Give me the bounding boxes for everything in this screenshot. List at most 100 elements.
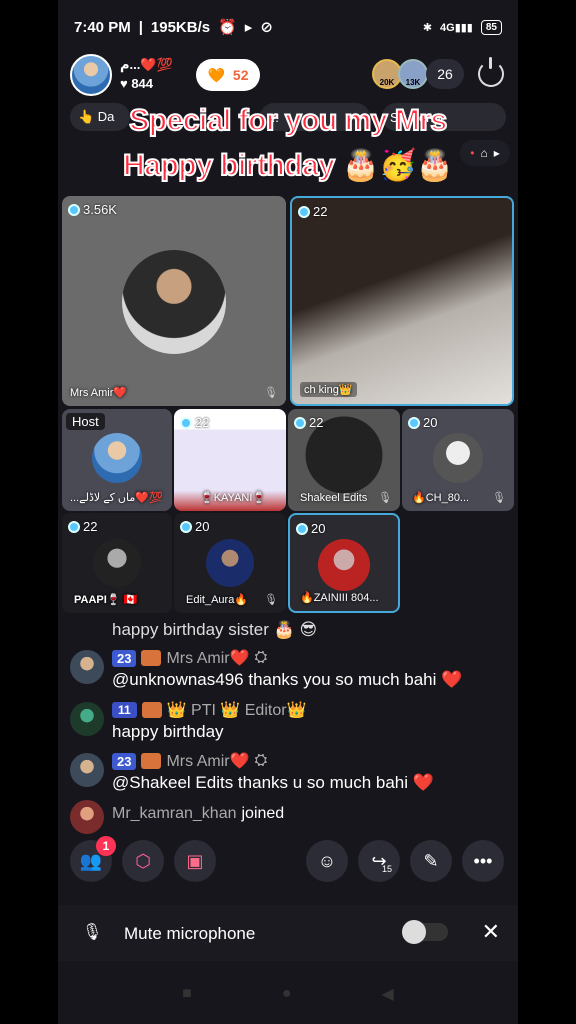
recents-icon[interactable]: ■	[182, 985, 192, 1003]
user-avatar[interactable]	[70, 650, 104, 684]
seat-avatar	[206, 539, 254, 587]
seat-main-left[interactable]: 3.56K Mrs Amir❤️ 🎙	[62, 196, 286, 406]
like-button[interactable]: 🧡 52	[196, 59, 260, 91]
game-button[interactable]: ⬡	[122, 840, 164, 882]
seat-name: ...ماں کے لاڈلے❤️💯	[70, 492, 163, 504]
room-menu-pill[interactable]: • ⌂ ▸	[460, 140, 510, 166]
diamond-icon	[68, 203, 80, 216]
network-speed: 195KB/s	[150, 18, 211, 36]
seat-name: Edit_Aura🔥	[186, 594, 249, 606]
mic-off-icon: 🎙	[492, 492, 506, 504]
chat-text: happy birthday	[112, 722, 224, 741]
close-icon[interactable]: ✕	[482, 919, 500, 945]
bluetooth-icon: ✱	[422, 21, 433, 34]
user-avatar[interactable]	[70, 800, 104, 834]
seat-name: 🔥ZAINIII 804...	[300, 592, 379, 604]
diamond-icon	[180, 416, 192, 429]
viewer-count[interactable]: 26	[426, 59, 464, 89]
level-badge: 23	[112, 649, 137, 667]
seat-name: PAAPI🍷 🇨🇦	[74, 594, 138, 606]
seat-avatar	[122, 250, 226, 354]
chat-username[interactable]: Mrs Amir❤️	[166, 751, 249, 771]
seat-7[interactable]: 20 🔥ZAINIII 804...	[288, 513, 400, 613]
seat-4[interactable]: 20 🔥CH_80... 🎙	[402, 409, 514, 511]
seat-name: 🔥CH_80...	[412, 492, 470, 504]
chat-username[interactable]: Mrs Amir❤️	[166, 648, 249, 668]
chat-username[interactable]: Mr_kamran_khan	[112, 805, 237, 823]
host-tag: Host	[66, 413, 105, 430]
seat-name: 🍷KAYANI🍷	[200, 492, 267, 504]
seat-name: Shakeel Edits	[300, 492, 368, 504]
app-icon: ⊘	[260, 19, 273, 36]
diamond-icon	[180, 520, 192, 533]
seat-main-right[interactable]: 22 ch king👑	[290, 196, 514, 406]
host-name[interactable]: م...❤️💯	[120, 57, 173, 73]
admin-icon: ⛭	[254, 649, 268, 666]
chat-text: @unknownas496 thanks you so much bahi ❤️	[112, 670, 463, 689]
chat-icon: ☺	[317, 850, 337, 871]
seat-avatar	[93, 539, 141, 587]
status-time: 7:40 PM	[74, 18, 131, 36]
fan-badge-icon	[141, 702, 162, 718]
home-icon: ⌂	[480, 146, 488, 160]
friends-button[interactable]: 👥 1	[70, 836, 116, 882]
cube-icon: ⬡	[135, 850, 151, 871]
chat-text: @Shakeel Edits thanks u so much bahi ❤️	[112, 773, 434, 792]
more-button[interactable]: •••	[462, 840, 504, 882]
dot-icon: •	[470, 146, 475, 160]
seat-host[interactable]: Host ...ماں کے لاڈلے❤️💯	[62, 409, 172, 511]
admin-icon: ⛭	[254, 752, 268, 769]
share-count: 15	[381, 864, 392, 874]
user-avatar[interactable]	[70, 702, 104, 736]
seat-5[interactable]: 22 PAAPI🍷 🇨🇦	[62, 513, 172, 613]
mic-off-icon: 🎙	[82, 924, 103, 941]
magic-button[interactable]: ✎	[410, 840, 452, 882]
seat-3[interactable]: 22 Shakeel Edits 🎙	[288, 409, 400, 511]
back-icon[interactable]: ◀	[382, 984, 394, 1004]
bottom-toolbar: 👥 1 ⬡ ▣ ☺ ↪ 15 ✎ •••	[70, 836, 506, 884]
overlay-text-line2: Happy birthday 🎂🥳🎂	[122, 148, 454, 183]
battery-indicator: 85	[480, 19, 502, 35]
mute-toggle[interactable]	[402, 920, 448, 944]
mute-microphone-bar: 🎙 Mute microphone ✕	[58, 905, 518, 961]
chat-text: happy birthday sister 🎂 😎	[112, 620, 318, 639]
alarm-off-icon: ⏰	[218, 19, 237, 36]
seat-avatar	[433, 433, 483, 483]
diamond-icon	[68, 520, 80, 533]
host-avatar[interactable]	[70, 54, 112, 96]
layout-icon: ▣	[186, 850, 204, 871]
diamond-icon	[294, 416, 306, 429]
level-badge: 11	[112, 702, 137, 718]
live-room-screen: 7:40 PM | 195KB/s ⏰ ▸ ⊘ ✱ 4G▮▮▮ 85 م...❤…	[58, 0, 518, 1024]
seat-name: ch king👑	[300, 382, 357, 397]
status-bar: 7:40 PM | 195KB/s ⏰ ▸ ⊘ ✱ 4G▮▮▮ 85	[58, 0, 518, 54]
fan-badge-icon	[141, 650, 162, 666]
seat-name: Mrs Amir❤️	[70, 387, 128, 399]
share-button[interactable]: ↪ 15	[358, 840, 400, 882]
viewer-avatar[interactable]: 13K	[398, 59, 428, 89]
mute-microphone-label: Mute microphone	[124, 924, 256, 943]
like-count: 52	[232, 67, 249, 83]
mic-off-icon: 🎙	[264, 387, 278, 399]
heart-icon: 🧡	[207, 66, 225, 83]
level-badge: 23	[112, 752, 137, 770]
signal-icon: 4G▮▮▮	[440, 21, 473, 34]
chat-username[interactable]: 👑 PTI 👑 Editor👑	[167, 700, 307, 720]
play-icon: ▸	[244, 19, 253, 36]
mic-off-icon: 🎙	[378, 492, 392, 504]
diamond-icon	[298, 205, 310, 218]
fan-badge-icon	[141, 753, 162, 769]
seat-6[interactable]: 20 Edit_Aura🔥 🎙	[174, 513, 286, 613]
room-header: م...❤️💯 ♥ 844 🧡 52 20K 13K 26	[58, 54, 518, 98]
home-nav-icon[interactable]: ●	[282, 985, 292, 1003]
magic-wand-icon: ✎	[423, 850, 439, 871]
mic-off-icon: 🎙	[264, 594, 278, 606]
host-likes: ♥ 844	[120, 76, 154, 91]
power-icon[interactable]	[478, 57, 504, 87]
seat-2[interactable]: 22 🍷KAYANI🍷	[174, 409, 286, 511]
chat-button[interactable]: ☺	[306, 840, 348, 882]
layout-button[interactable]: ▣	[174, 840, 216, 882]
user-avatar[interactable]	[70, 753, 104, 787]
system-nav-bar: ■ ● ◀	[58, 964, 518, 1024]
seat-avatar	[92, 433, 142, 483]
